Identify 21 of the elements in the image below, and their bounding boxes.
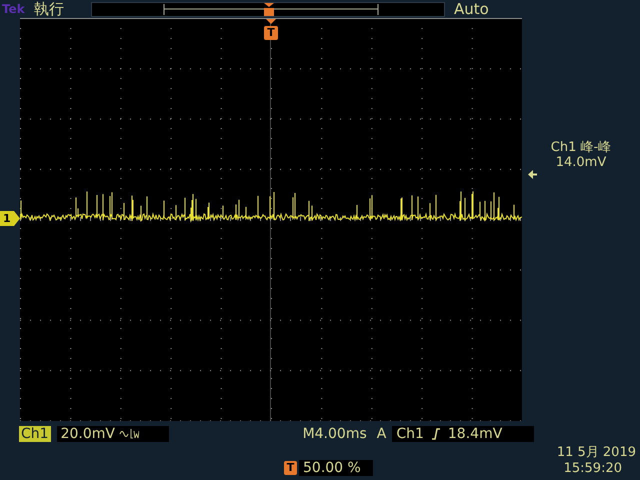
brand-logo: Tek — [1, 2, 26, 16]
trigger-position: 50.00 % — [299, 460, 373, 476]
trigger-mode: Auto — [454, 1, 489, 17]
bandwidth-limit-icon — [118, 428, 139, 439]
channel-marker: 1 — [0, 211, 20, 226]
trigger-marker: T — [264, 26, 278, 40]
run-state: 執行 — [34, 1, 65, 17]
timebase: M4.00ms — [302, 426, 367, 442]
trigger-type: A — [376, 426, 386, 442]
measurement-label: Ch1 峰-峰 — [550, 140, 612, 155]
vertical-scale: 20.0mV — [60, 426, 115, 442]
trigger-position-icon — [264, 2, 274, 16]
measurement-value: 14.0mV — [556, 155, 606, 170]
trigger-source: Ch1 — [396, 426, 424, 442]
date: 11 5月 2019 — [556, 445, 636, 461]
trigger-level-arrow-icon — [528, 170, 537, 179]
trigger-level: 18.4mV — [448, 426, 502, 442]
time: 15:59:20 — [564, 461, 622, 477]
channel-label: Ch1 — [19, 426, 51, 442]
rising-edge-icon — [432, 428, 440, 440]
trigger-position-marker: T — [284, 461, 297, 475]
